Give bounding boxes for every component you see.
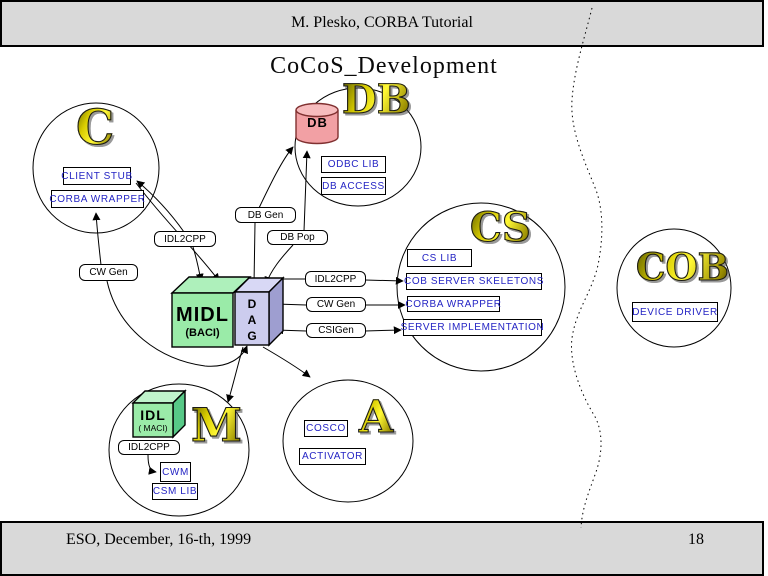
box-cs-lib: CS LIB (407, 249, 472, 267)
tool-idl2cpp-right: IDL2CPP (305, 271, 366, 287)
box-db-access: DB ACCESS (321, 177, 386, 195)
cluster-letter-db: DB (342, 80, 411, 120)
box-cob-server-skeletons: COB SERVER SKELETONS (406, 273, 542, 290)
box-corba-wrapper-cs: CORBA WRAPPER (407, 296, 500, 312)
arrow-idl2cpp-to-client-stub (137, 181, 184, 232)
db-cylinder-label: DB (299, 114, 336, 130)
tool-cw-gen-right: CW Gen (306, 297, 366, 312)
cluster-letter-cob: COB (636, 249, 729, 286)
idl-title: IDL (140, 407, 166, 423)
box-odbc-lib: ODBC LIB (321, 156, 386, 173)
cluster-letter-a: A (359, 396, 393, 440)
dag-letter-g: G (247, 328, 256, 344)
arrow-idl2cpp-to-cwm (148, 455, 156, 472)
arrow-csigen-to-server-impl (365, 330, 401, 331)
tool-db-gen: DB Gen (235, 207, 296, 223)
db-cylinder-text: DB (307, 115, 328, 130)
box-activator: ACTIVATOR (299, 448, 366, 465)
idl-maci-box-label: IDL ( MACI) (133, 404, 173, 436)
box-device-driver: DEVICE DRIVER (632, 302, 718, 322)
tool-db-pop: DB Pop (267, 230, 328, 245)
box-csm-lib: CSM LIB (152, 483, 198, 500)
arrow-dag-to-activator-circle (263, 347, 310, 377)
wavy-divider-line (572, 8, 602, 528)
box-cosco: COSCO (304, 420, 348, 437)
dag-box-label: D A G (235, 295, 269, 345)
arrow-dbpop-to-db (304, 151, 307, 231)
dag-letter-d: D (248, 296, 257, 312)
arrow-dag-to-maci-circle (228, 347, 243, 402)
midl-subtitle: (BACI) (185, 327, 219, 339)
tool-idl2cpp-left: IDL2CPP (154, 231, 216, 247)
tool-cw-gen-left: CW Gen (79, 264, 138, 281)
arrow-dbgen-to-dag (254, 223, 255, 285)
arrow-dbgen-to-db (259, 147, 293, 208)
box-client-stub: CLIENT STUB (63, 167, 131, 185)
arrow-cwgen-to-corba-wrapper (96, 213, 101, 265)
midl-title: MIDL (176, 304, 229, 327)
box-cwm: CWM (160, 462, 191, 482)
idl-subtitle: ( MACI) (138, 423, 167, 433)
box-server-implementation: SERVER IMPLEMENTATION (403, 319, 542, 336)
arrow-idl2cpp-to-midl (193, 247, 201, 281)
box-corba-wrapper-client: CORBA WRAPPER (51, 190, 144, 208)
midl-box-label: MIDL (BACI) (172, 298, 233, 345)
cluster-letter-c: C (76, 104, 114, 152)
dag-letter-a: A (248, 312, 257, 328)
circle-activator (283, 380, 413, 502)
tool-idl2cpp-maci: IDL2CPP (118, 440, 180, 455)
cluster-letter-cs: CS (470, 208, 531, 248)
tool-csi-gen: CSIGen (306, 323, 366, 338)
cluster-letter-m: M (191, 402, 242, 448)
